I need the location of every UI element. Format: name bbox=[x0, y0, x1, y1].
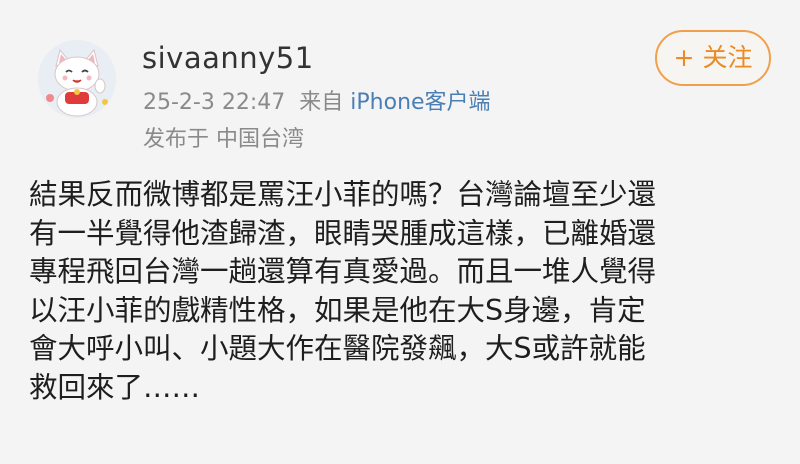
content-line: 以汪小菲的戲精性格，如果是他在大S身邊，肯定 bbox=[29, 293, 646, 327]
post-meta: 25-2-3 22:47 来自 iPhone客户端 bbox=[143, 88, 491, 118]
lucky-cat-icon bbox=[38, 40, 116, 118]
weibo-post: sivaanny51 25-2-3 22:47 来自 iPhone客户端 发布于 … bbox=[0, 0, 800, 464]
avatar[interactable] bbox=[38, 40, 116, 118]
content-line: 會大呼小叫、小題大作在醫院發飆，大S或許就能 bbox=[29, 332, 646, 365]
content-line: 有一半覺得他渣歸渣，眼睛哭腫成這樣，已離婚還 bbox=[29, 216, 657, 250]
timestamp: 25-2-3 22:47 bbox=[143, 90, 286, 115]
source-client[interactable]: iPhone客户端 bbox=[350, 90, 490, 115]
content-line: 結果反而微博都是罵汪小菲的嗎？台灣論壇至少還 bbox=[29, 178, 657, 211]
follow-button[interactable]: + 关注 bbox=[655, 30, 771, 86]
post-location: 发布于 中国台湾 bbox=[143, 127, 304, 152]
post-content: 結果反而微博都是罵汪小菲的嗎？台灣論壇至少還 有一半覺得他渣歸渣，眼睛哭腫成這樣… bbox=[29, 176, 789, 407]
source-prefix: 来自 bbox=[299, 90, 344, 115]
content-line: 專程飛回台灣一趟還算有真愛過。而且一堆人覺得 bbox=[29, 255, 657, 288]
content-line: 救回來了…… bbox=[29, 370, 201, 404]
username[interactable]: sivaanny51 bbox=[142, 40, 314, 76]
